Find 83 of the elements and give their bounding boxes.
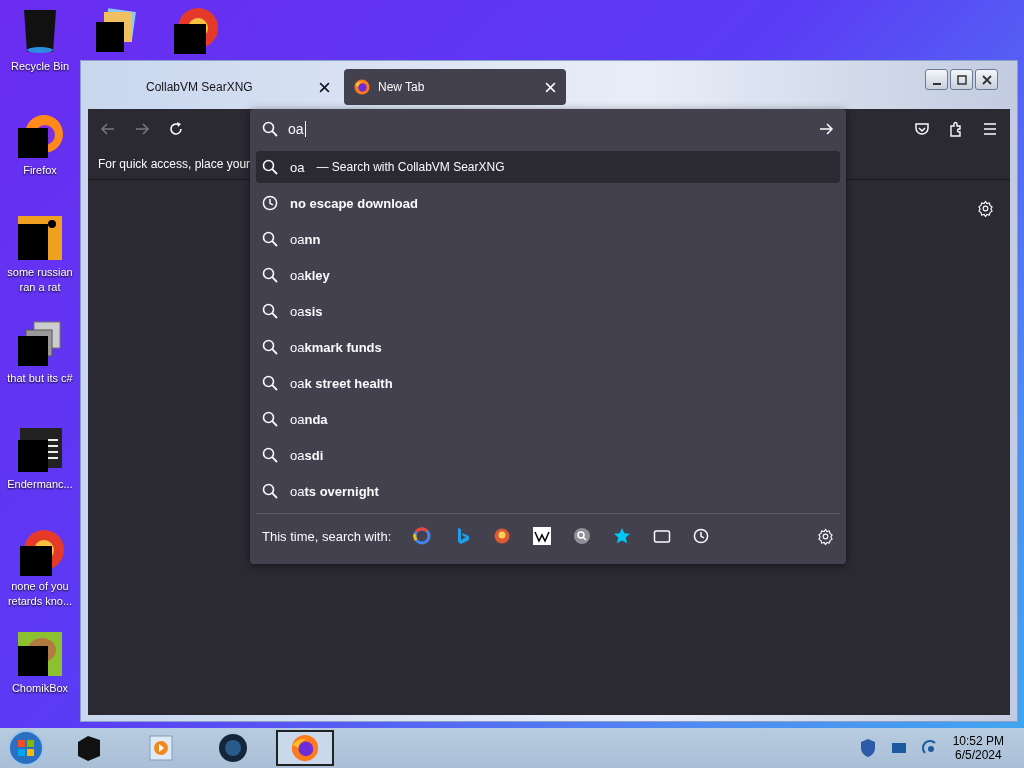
suggestion-row[interactable]: no escape download xyxy=(256,187,840,219)
firefox-icon[interactable] xyxy=(16,112,64,160)
suggestion-text: oak street health xyxy=(290,375,393,391)
clock-date: 6/5/2024 xyxy=(954,748,1002,762)
close-button[interactable] xyxy=(975,69,998,90)
settings-icon[interactable] xyxy=(977,200,994,217)
minimize-button[interactable] xyxy=(925,69,948,90)
suggestion-row[interactable]: oasdi xyxy=(256,439,840,471)
search-icon xyxy=(262,339,278,355)
minimize-icon xyxy=(932,82,941,85)
clock-time: 10:52 PM xyxy=(952,734,1004,748)
search-icon xyxy=(262,121,278,137)
search-icon xyxy=(262,411,278,427)
suggestion-row[interactable]: oa — Search with CollabVM SearXNG xyxy=(256,151,840,183)
firefox-icon xyxy=(291,734,319,762)
settings-icon[interactable] xyxy=(817,527,834,545)
wikipedia-icon[interactable] xyxy=(533,527,552,545)
tab-icon[interactable] xyxy=(653,527,672,545)
desktop-icon-label: Endermanc... xyxy=(6,477,74,492)
menu-icon[interactable] xyxy=(982,121,998,137)
forward-icon[interactable] xyxy=(134,121,150,137)
bookmarks-hint: For quick access, place your xyxy=(98,157,251,171)
suggestion-text: oa xyxy=(290,159,305,175)
google-icon[interactable] xyxy=(413,527,432,545)
firefox-icon xyxy=(354,79,370,95)
search-icon xyxy=(262,375,278,391)
monitor-icon[interactable] xyxy=(890,740,907,756)
desktop-icon-label: that but its c# xyxy=(6,371,74,386)
reload-icon[interactable] xyxy=(168,121,184,137)
start-button[interactable] xyxy=(6,729,46,767)
puzzle-icon[interactable] xyxy=(948,121,964,137)
suggestion-text: oasdi xyxy=(290,447,324,463)
suggestion-row[interactable]: oasis xyxy=(256,295,840,327)
suggestion-note: — Search with CollabVM SearXNG xyxy=(316,160,505,174)
hamster-box-icon[interactable] xyxy=(16,630,64,678)
search-icon xyxy=(262,447,278,463)
search-engine-icon[interactable] xyxy=(573,527,592,545)
suggestion-text: oasis xyxy=(290,303,323,319)
address-field[interactable]: oa xyxy=(288,121,808,137)
close-icon[interactable] xyxy=(319,81,330,93)
suggestion-row[interactable]: oanda xyxy=(256,403,840,435)
suggestion-row[interactable]: oakley xyxy=(256,259,840,291)
go-arrow-icon[interactable] xyxy=(818,121,834,137)
pocket-icon[interactable] xyxy=(914,121,930,137)
suggestion-text: oakley xyxy=(290,267,330,283)
taskbar-item[interactable] xyxy=(276,730,334,766)
clock-icon xyxy=(262,195,278,211)
maximize-icon xyxy=(956,74,967,85)
terminal-icon[interactable] xyxy=(16,426,64,474)
close-icon xyxy=(981,74,992,85)
media-player-icon xyxy=(149,735,173,761)
search-icon xyxy=(262,483,278,499)
search-icon xyxy=(262,159,278,175)
desktop-icon-label: Firefox xyxy=(22,163,58,178)
search-icon xyxy=(262,231,278,247)
suggestion-row[interactable]: oann xyxy=(256,223,840,255)
suggestion-text: oats overnight xyxy=(290,483,379,499)
clock[interactable]: 10:52 PM 6/5/2024 xyxy=(952,734,1018,762)
desktop-icon-label: none of you retards kno... xyxy=(6,579,74,609)
suggestion-row[interactable]: oakmark funds xyxy=(256,331,840,363)
suggestion-row[interactable]: oak street health xyxy=(256,367,840,399)
document-icon[interactable] xyxy=(16,214,64,262)
search-icon xyxy=(262,267,278,283)
desktop-icon-label: some russian ran a rat xyxy=(6,265,74,295)
clock-icon xyxy=(693,528,710,544)
maximize-button[interactable] xyxy=(950,69,973,90)
suggestion-text: oanda xyxy=(290,411,328,427)
search-icon xyxy=(262,303,278,319)
browser-tab[interactable]: New Tab xyxy=(344,69,566,105)
star-icon[interactable] xyxy=(613,527,632,545)
desktop-icon-label: Recycle Bin xyxy=(9,59,71,74)
suggestion-text: oann xyxy=(290,231,321,247)
suggestion-row[interactable]: oats overnight xyxy=(256,475,840,507)
duck-icon[interactable] xyxy=(493,527,512,545)
suggestion-text: no escape download xyxy=(290,195,418,211)
shield-icon[interactable] xyxy=(858,738,877,758)
globe-icon xyxy=(218,733,248,763)
windows-stack-icon[interactable] xyxy=(16,320,64,368)
back-icon[interactable] xyxy=(100,121,116,137)
search-with-label: This time, search with: xyxy=(262,528,392,544)
desktop-icon-label: ChomikBox xyxy=(10,681,70,696)
suggestion-text: oakmark funds xyxy=(290,339,382,355)
browser-tab[interactable]: CollabVM SearXNG xyxy=(100,69,340,105)
